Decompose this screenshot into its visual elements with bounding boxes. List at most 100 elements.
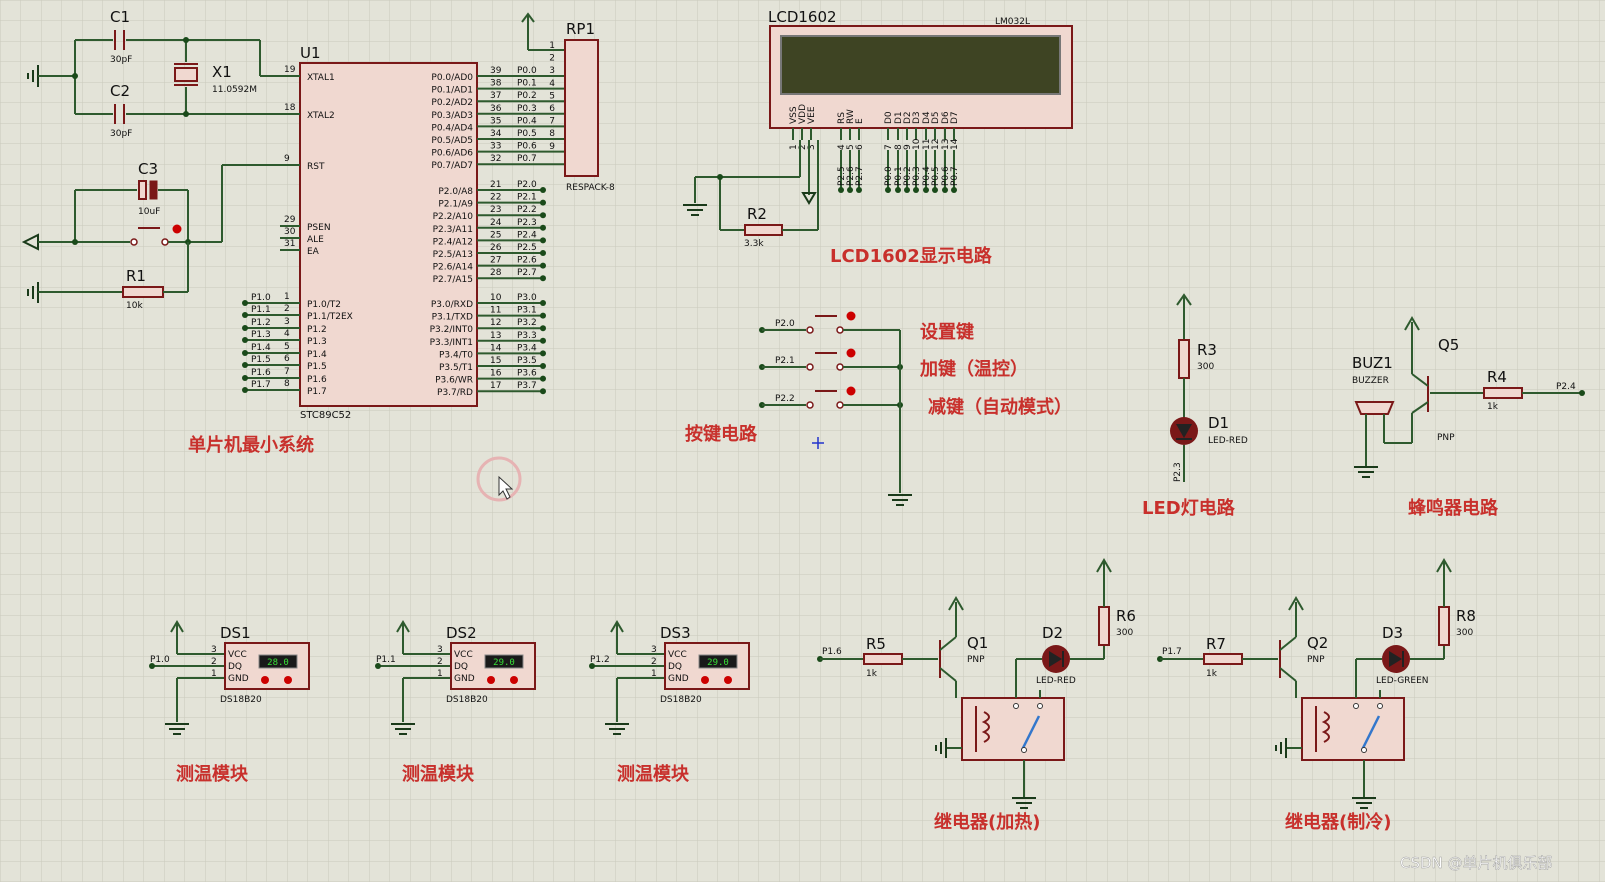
sensor-pin-name: GND	[454, 674, 475, 684]
net-label-p3: P3.6	[517, 369, 537, 379]
pin-name: P2.3/A11	[433, 225, 473, 235]
pin-name: P1.6	[307, 375, 327, 385]
sensor-pin-number: 2	[211, 657, 217, 667]
sensor-pin-name: VCC	[668, 650, 687, 660]
pin-number: 26	[490, 243, 502, 253]
net-junction	[540, 199, 546, 206]
net-junction	[242, 350, 248, 356]
section-label-temp-1: 测温模块	[176, 763, 249, 785]
sensor-pin-name: GND	[228, 674, 249, 684]
transistor-ref: Q2	[1307, 634, 1328, 652]
net-junction	[540, 187, 546, 193]
buzzer-buz1[interactable]: BUZ1 BUZZER	[1352, 354, 1395, 415]
resistor-value: 1k	[1206, 669, 1218, 679]
transistor-part: PNP	[967, 655, 985, 665]
key-net-label: P2.2	[775, 394, 795, 404]
resistor-ref: R6	[1116, 607, 1136, 625]
c1-ref: C1	[110, 8, 130, 26]
sensor-pin-number: 1	[437, 669, 443, 679]
net-junction	[242, 362, 248, 368]
section-label-relay-cool: 继电器(制冷)	[1285, 811, 1391, 833]
q5-ref: Q5	[1438, 336, 1459, 354]
net-label-p3: P3.5	[517, 356, 537, 366]
watermark: CSDN @单片机俱乐部	[1400, 854, 1553, 872]
led-ref: D3	[1382, 624, 1403, 642]
pin-name: P2.7/A15	[433, 275, 473, 285]
sensor-pin-name: GND	[668, 674, 689, 684]
pin-number: 37	[490, 91, 501, 101]
net-junction	[242, 300, 248, 306]
lcd-net-label: P2.7	[855, 166, 865, 186]
net-junction	[540, 363, 546, 369]
pin-number: 25	[490, 230, 501, 240]
pin-number: 15	[490, 356, 501, 366]
sensor-pin-name: DQ	[668, 662, 682, 672]
lcd-net-label: P0.5	[931, 166, 941, 186]
c1-value: 30pF	[110, 55, 132, 65]
r4-value: 1k	[1487, 402, 1499, 412]
net-label-p1: P1.5	[251, 355, 271, 365]
pin-name: P0.4/AD4	[431, 123, 473, 133]
led-ref: D2	[1042, 624, 1063, 642]
net-junction	[838, 187, 844, 193]
pin-name: P0.2/AD2	[431, 98, 473, 108]
net-junction	[904, 187, 910, 193]
d1-ref: D1	[1208, 414, 1229, 432]
pin-name: P2.4/A12	[433, 237, 473, 247]
pin-name: P2.6/A14	[433, 263, 474, 273]
net-label-p1: P1.2	[251, 318, 271, 328]
r4-ref: R4	[1487, 368, 1507, 386]
pin-name: ALE	[307, 235, 324, 245]
sensor-net-label: P1.1	[376, 655, 396, 665]
net-junction	[242, 387, 248, 393]
net-junction	[242, 325, 248, 331]
net-label-p1: P1.6	[251, 368, 271, 378]
pin-name: P3.1/TXD	[432, 313, 473, 323]
rp1-pin-number: 5	[549, 91, 555, 101]
rp1-pin-number: 7	[549, 117, 555, 127]
pin-name: P1.0/T2	[307, 300, 341, 310]
relay-cool[interactable]	[1301, 697, 1405, 761]
pin-number: 38	[490, 79, 502, 89]
led-part: LED-RED	[1036, 676, 1076, 686]
sensor-reading: 28.0	[267, 658, 289, 668]
pin-name: P1.3	[307, 337, 327, 347]
pin-name: P3.6/WR	[435, 376, 473, 386]
net-label-p1: P1.3	[251, 330, 271, 340]
relay-heat[interactable]	[961, 697, 1065, 761]
pin-name: P3.0/RXD	[431, 300, 473, 310]
sensor-pin-number: 3	[437, 645, 443, 655]
sensor-ref: DS2	[446, 624, 477, 642]
pin-number: 30	[284, 227, 296, 237]
net-junction	[895, 187, 901, 193]
schematic-sheet[interactable]: C1 30pF C2 30pF X1 11.0592M C3 10uF R1 1…	[0, 0, 1605, 882]
pin-number: 28	[490, 268, 502, 278]
pin-number: 18	[284, 103, 296, 113]
pin-number: 33	[490, 142, 501, 152]
pin-number: 14	[490, 343, 502, 353]
section-label-led: LED灯电路	[1142, 497, 1236, 519]
pin-name: P2.5/A13	[433, 250, 473, 260]
sensor-part: DS18B20	[446, 695, 488, 705]
sensor-pin-name: VCC	[454, 650, 473, 660]
r2-ref: R2	[747, 205, 767, 223]
net-junction	[540, 350, 546, 357]
net-label-p2: P2.5	[517, 243, 537, 253]
pin-number: 16	[490, 369, 502, 379]
net-label-p1: P1.0	[251, 293, 271, 303]
lcd-pin-number: 14	[950, 138, 960, 150]
sensor-reading: 29.0	[493, 658, 515, 668]
lcd-model: LM032L	[995, 17, 1030, 27]
transistor-part: PNP	[1307, 655, 1325, 665]
pin-name: P0.5/AD5	[431, 136, 473, 146]
pin-number: 27	[490, 256, 501, 266]
rp1-pin-number: 1	[549, 41, 555, 51]
net-label-p3: P3.4	[517, 343, 537, 353]
net-label-p0: P0.1	[517, 79, 537, 89]
pin-name: XTAL2	[307, 111, 335, 121]
pin-name: P3.2/INT0	[430, 325, 474, 335]
key-label-plus: 加键（温控）	[919, 358, 1028, 380]
sensor-pin-number: 2	[437, 657, 443, 667]
r3-ref: R3	[1197, 341, 1217, 359]
net-label-p0: P0.0	[517, 66, 537, 76]
